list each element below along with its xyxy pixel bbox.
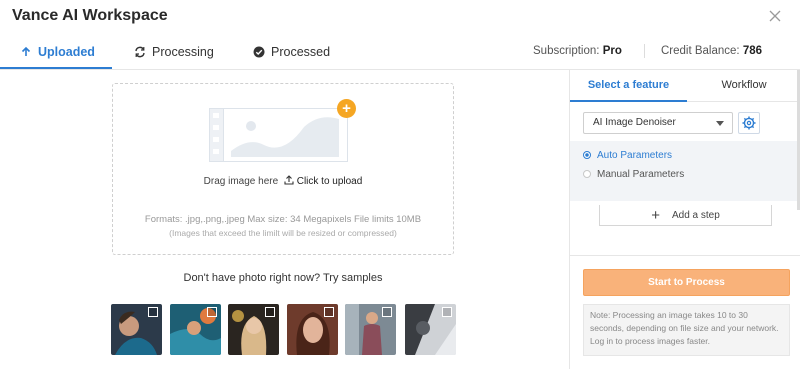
credit-label: Credit Balance:	[661, 45, 740, 57]
tab-uploaded[interactable]: Uploaded	[20, 34, 95, 70]
sample-checkbox[interactable]	[265, 307, 275, 317]
manual-parameters-label: Manual Parameters	[597, 168, 685, 180]
parameters-section: Auto Parameters Manual Parameters	[570, 141, 800, 201]
samples-title: Don't have photo right now? Try samples	[183, 272, 383, 284]
auto-parameters-label: Auto Parameters	[597, 149, 673, 161]
tab-select-feature[interactable]: Select a feature	[570, 70, 687, 101]
subscription-label: Subscription:	[533, 45, 600, 57]
formats-text: Formats: .jpg,.png,.jpeg Max size: 34 Me…	[144, 214, 422, 225]
drag-instructions: Drag image here Click to upload	[113, 175, 453, 187]
processing-note: Note: Processing an image takes 10 to 30…	[583, 304, 790, 356]
subscription-info: Subscription: Pro	[533, 45, 622, 57]
panel-divider	[570, 255, 800, 256]
title-bar: Vance AI Workspace	[0, 0, 800, 34]
sample-thumbnail[interactable]	[345, 304, 396, 355]
subscription-value: Pro	[602, 45, 622, 57]
sample-thumbnail[interactable]	[170, 304, 221, 355]
tab-processing-label: Processing	[152, 45, 214, 59]
drag-text: Drag image here	[203, 176, 279, 187]
feature-select-value: AI Image Denoiser	[593, 117, 676, 128]
tab-uploaded-label: Uploaded	[38, 45, 95, 59]
upload-arrow-icon	[21, 46, 31, 56]
sample-checkbox[interactable]	[148, 307, 158, 317]
tab-processed[interactable]: Processed	[253, 34, 330, 70]
gear-icon[interactable]	[738, 112, 760, 134]
feature-panel: Select a feature Workflow AI Image Denoi…	[569, 70, 800, 369]
add-step-button[interactable]: + Add a step	[599, 205, 772, 226]
radio-unselected-icon	[583, 170, 591, 178]
sample-checkbox[interactable]	[382, 307, 392, 317]
chevron-down-icon	[716, 121, 724, 126]
feature-select[interactable]: AI Image Denoiser	[583, 112, 733, 134]
auto-parameters-option[interactable]: Auto Parameters	[583, 148, 672, 162]
start-process-button[interactable]: Start to Process	[583, 269, 790, 296]
sample-checkbox[interactable]	[207, 307, 217, 317]
manual-parameters-option[interactable]: Manual Parameters	[583, 167, 684, 181]
plus-icon: +	[651, 206, 660, 224]
app-title: Vance AI Workspace	[12, 7, 168, 24]
upload-dropzone[interactable]: + Drag image here Click to upload Format…	[112, 83, 454, 255]
sample-checkbox[interactable]	[442, 307, 452, 317]
tab-processed-label: Processed	[271, 45, 331, 59]
sample-checkbox[interactable]	[324, 307, 334, 317]
resize-note: (Images that exceed the limilt will be r…	[169, 228, 397, 238]
meta-divider	[644, 44, 645, 58]
credit-info: Credit Balance: 786	[661, 45, 762, 57]
active-tab-indicator	[0, 67, 112, 69]
image-placeholder-icon	[209, 108, 348, 162]
active-panel-tab-indicator	[570, 100, 687, 102]
tab-processing[interactable]: Processing	[134, 34, 214, 70]
sample-thumbnail[interactable]	[405, 304, 456, 355]
sample-thumbnail[interactable]	[287, 304, 338, 355]
refresh-icon	[135, 46, 145, 58]
close-icon[interactable]	[768, 9, 782, 23]
sample-thumbnail[interactable]	[111, 304, 162, 355]
sample-thumbnail[interactable]	[228, 304, 279, 355]
add-step-label: Add a step	[671, 209, 720, 221]
check-circle-icon	[253, 46, 265, 58]
radio-selected-icon	[583, 151, 591, 159]
upload-icon	[284, 175, 294, 185]
click-to-upload-link[interactable]: Click to upload	[297, 176, 363, 187]
credit-value: 786	[742, 45, 763, 57]
tab-workflow[interactable]: Workflow	[687, 70, 800, 101]
add-image-badge[interactable]: +	[337, 99, 356, 118]
